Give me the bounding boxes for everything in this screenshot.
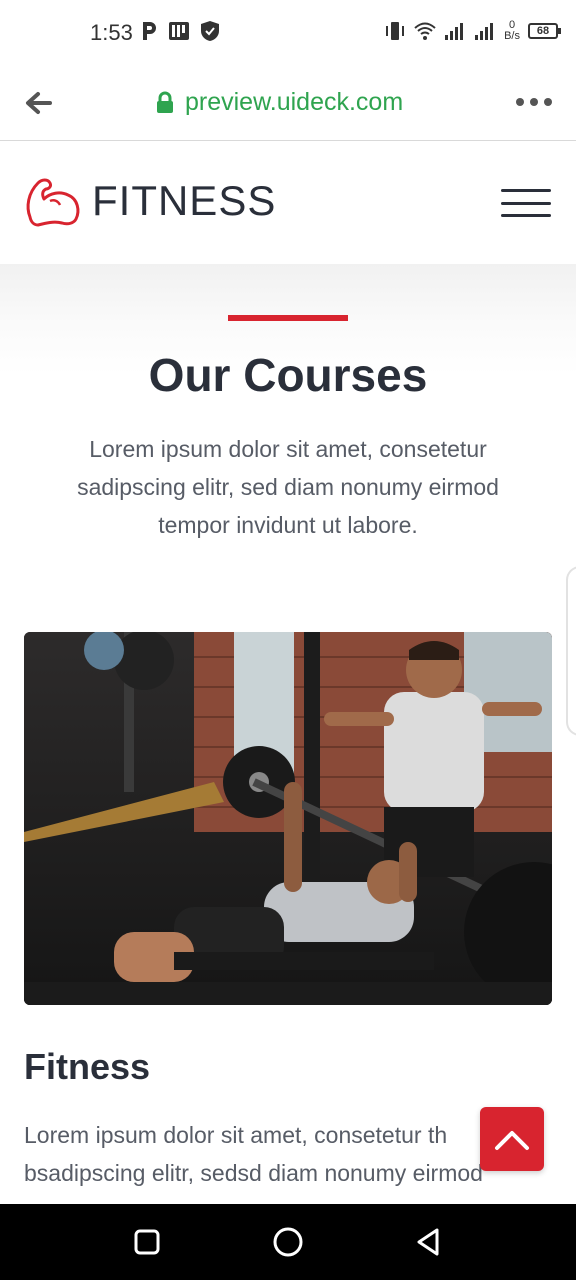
battery-indicator: 68 bbox=[528, 23, 561, 39]
dot bbox=[530, 98, 538, 106]
section-accent-bar bbox=[228, 315, 348, 321]
dot bbox=[516, 98, 524, 106]
back-triangle-icon[interactable] bbox=[410, 1224, 446, 1260]
section-title: Our Courses bbox=[148, 349, 428, 401]
logo[interactable]: FITNESS bbox=[24, 175, 276, 227]
course-description: Lorem ipsum dolor sit amet, consetetur t… bbox=[24, 1122, 483, 1186]
site-header: FITNESS bbox=[0, 141, 576, 264]
presentation-icon bbox=[169, 22, 189, 40]
scroll-to-top-button[interactable] bbox=[480, 1107, 544, 1171]
vibrate-icon bbox=[386, 22, 405, 40]
menu-line bbox=[501, 201, 551, 205]
status-right-icons: 0 B/s 68 bbox=[384, 20, 561, 42]
courses-section: Our Courses Lorem ipsum dolor sit amet, … bbox=[0, 264, 576, 1204]
gym-bench-press-photo bbox=[24, 632, 552, 1005]
parking-icon bbox=[143, 22, 156, 40]
menu-line bbox=[501, 189, 551, 192]
lock-icon bbox=[157, 91, 173, 113]
status-left-icons bbox=[140, 20, 220, 42]
dot bbox=[544, 98, 552, 106]
url-text: preview.uideck.com bbox=[185, 88, 404, 116]
wifi-icon bbox=[414, 22, 436, 40]
more-options-icon[interactable] bbox=[516, 90, 552, 114]
shield-icon bbox=[201, 21, 219, 41]
flexed-arm-icon bbox=[26, 178, 80, 227]
recents-square-icon[interactable] bbox=[129, 1224, 165, 1260]
status-time: 1:53 bbox=[90, 20, 133, 45]
signal-icon bbox=[445, 23, 464, 40]
net-speed: 0 B/s bbox=[504, 20, 520, 42]
logo-text: FITNESS bbox=[92, 177, 277, 224]
system-nav-bar bbox=[0, 1204, 576, 1280]
course-image[interactable] bbox=[24, 632, 552, 1005]
menu-line bbox=[501, 214, 551, 217]
address-bar[interactable]: preview.uideck.com bbox=[155, 88, 403, 117]
back-arrow-icon[interactable] bbox=[22, 88, 56, 118]
chevron-up-icon bbox=[495, 1131, 529, 1150]
home-circle-icon[interactable] bbox=[270, 1224, 306, 1260]
status-bar: 1:53 0 B/s 68 bbox=[0, 0, 576, 64]
browser-toolbar: preview.uideck.com bbox=[0, 64, 576, 141]
net-speed-unit: B/s bbox=[504, 30, 520, 42]
course-title: Fitness bbox=[24, 1046, 151, 1087]
section-description: Lorem ipsum dolor sit amet, consetetur s… bbox=[77, 436, 499, 538]
edge-panel-handle[interactable] bbox=[566, 566, 576, 736]
signal-icon bbox=[475, 23, 494, 40]
hamburger-menu-icon[interactable] bbox=[501, 189, 551, 217]
